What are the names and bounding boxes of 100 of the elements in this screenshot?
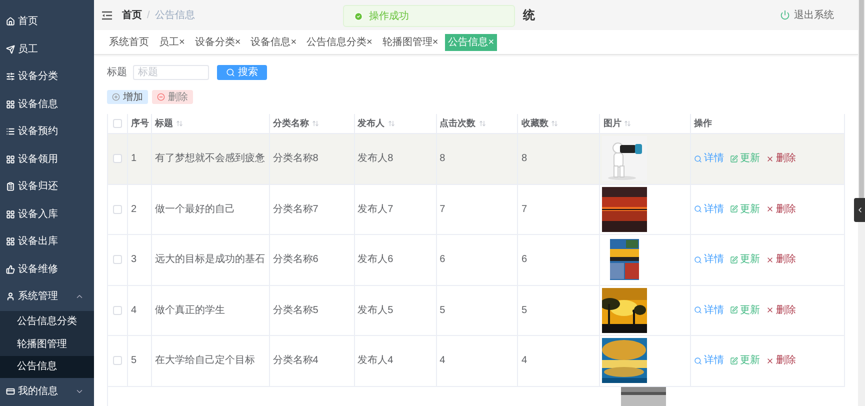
- search-field[interactable]: 标题: [133, 65, 209, 80]
- delete-link[interactable]: 删除: [766, 302, 796, 318]
- search-icon: [694, 356, 702, 365]
- select-all-checkbox[interactable]: [112, 119, 122, 128]
- table-cell-text: 6: [440, 253, 446, 268]
- delete-link[interactable]: 删除: [766, 353, 796, 368]
- sort-icon[interactable]: [551, 120, 558, 127]
- sidebar-subitem[interactable]: 轮播图管理: [0, 333, 94, 356]
- close-icon: [766, 205, 774, 214]
- user-icon: [6, 292, 15, 302]
- minus-circle-icon: [157, 93, 165, 101]
- table-cell-text: 8: [521, 152, 528, 166]
- search-icon: [694, 256, 702, 264]
- sidebar-item[interactable]: 系统管理: [0, 283, 94, 310]
- search-icon: [694, 205, 702, 214]
- table-cell-text: 发布人4: [358, 354, 394, 368]
- delete-link[interactable]: 删除: [766, 151, 796, 166]
- check-icon: [354, 12, 363, 20]
- column-header[interactable]: 图片: [603, 116, 632, 130]
- column-header: 序号: [130, 116, 149, 130]
- sidebar-item[interactable]: 我的信息: [0, 378, 94, 406]
- table-cell-text: 3: [130, 253, 137, 268]
- edit-icon: [730, 256, 738, 264]
- table-cell-text: 2: [130, 202, 137, 217]
- table-cell-text: 有了梦想就不会感到疲惫: [154, 152, 265, 166]
- logout-link[interactable]: 退出系统: [794, 8, 834, 22]
- close-icon: [766, 306, 774, 314]
- sidebar-item[interactable]: 设备领用: [0, 146, 94, 173]
- table-cell-text: 7: [521, 202, 528, 217]
- delete-link[interactable]: 删除: [766, 202, 796, 217]
- card-icon: [6, 387, 15, 396]
- row-checkbox[interactable]: [112, 204, 122, 214]
- edit-icon: [730, 306, 738, 314]
- field-label: 标题: [107, 66, 127, 80]
- search-icon: [694, 306, 702, 314]
- search-icon: [694, 154, 702, 163]
- clipboard-icon: [6, 182, 15, 192]
- sidebar-item[interactable]: 设备分类: [0, 63, 94, 90]
- grid-icon: [6, 210, 15, 219]
- table-cell-text: 发布人6: [358, 253, 394, 268]
- toast-message: 操作成功: [369, 10, 409, 24]
- sort-icon[interactable]: [478, 120, 486, 127]
- table-cell-text: 远大的目标是成功的基石: [154, 252, 265, 268]
- sidebar-item[interactable]: 员工: [0, 36, 94, 63]
- sidebar-item[interactable]: 设备出库: [0, 228, 94, 256]
- row-checkbox[interactable]: [112, 255, 122, 264]
- page-tab[interactable]: 员工×: [156, 34, 188, 50]
- table-cell-text: 分类名称6: [272, 252, 318, 268]
- close-icon: [766, 256, 774, 264]
- row-checkbox[interactable]: [112, 356, 122, 366]
- edit-icon: [730, 154, 738, 163]
- thumbs-up-icon: [6, 264, 15, 274]
- table-cell-text: 做一个最好的自己: [154, 202, 235, 217]
- breadcrumb-item[interactable]: 首页: [122, 8, 142, 22]
- grid-icon: [6, 237, 15, 246]
- table-cell-text: 分类名称5: [272, 304, 318, 318]
- sidebar-subitem[interactable]: 公告信息: [0, 356, 94, 378]
- sidebar-subitem[interactable]: 公告信息分类: [0, 310, 94, 333]
- paper-plane-icon: [6, 44, 15, 54]
- sort-icon[interactable]: [624, 120, 632, 127]
- sidebar-item[interactable]: 首页: [0, 8, 94, 36]
- column-header[interactable]: 点击次数: [440, 116, 486, 130]
- sort-icon[interactable]: [176, 120, 183, 127]
- table-cell-text: 在大学给自己定个目标: [154, 354, 255, 368]
- sidebar-item[interactable]: 设备信息: [0, 90, 94, 118]
- page-tab[interactable]: 轮播图管理×: [379, 34, 442, 50]
- power-icon[interactable]: [780, 10, 790, 20]
- table-cell-text: 5: [521, 304, 528, 318]
- drawer-handle[interactable]: [854, 198, 865, 222]
- column-header[interactable]: 标题: [154, 116, 183, 130]
- page-tab[interactable]: 设备分类×: [192, 34, 244, 50]
- sidebar-item[interactable]: 设备归还: [0, 173, 94, 200]
- search-icon: [226, 68, 235, 77]
- scrollbar[interactable]: [858, 0, 865, 406]
- table-cell-text: 分类名称8: [272, 152, 318, 166]
- page-tab[interactable]: 系统首页: [106, 34, 152, 50]
- list-icon: [6, 127, 15, 136]
- table-cell-text: 发布人5: [358, 304, 394, 318]
- edit-icon: [730, 205, 738, 214]
- column-header[interactable]: 分类名称: [272, 116, 319, 130]
- page-tab[interactable]: 设备信息×: [248, 34, 300, 50]
- sidebar-item[interactable]: 设备预约: [0, 118, 94, 146]
- column-header[interactable]: 收藏数: [521, 116, 558, 130]
- close-icon: [766, 154, 774, 163]
- sidebar-item[interactable]: 设备入库: [0, 200, 94, 228]
- sidebar-item[interactable]: 设备维修: [0, 256, 94, 283]
- delete-link[interactable]: 删除: [766, 252, 796, 268]
- sliders-icon: [6, 72, 15, 82]
- sort-icon[interactable]: [388, 120, 395, 127]
- column-header[interactable]: 发布人: [358, 116, 395, 130]
- row-checkbox[interactable]: [112, 154, 122, 164]
- table-cell-text: 分类名称7: [272, 202, 318, 217]
- row-checkbox[interactable]: [112, 306, 122, 315]
- grid-icon: [6, 154, 15, 164]
- menu-fold-icon[interactable]: [102, 10, 112, 20]
- table-cell-text: 7: [440, 202, 446, 217]
- sort-icon[interactable]: [312, 120, 319, 127]
- page-tab[interactable]: 公告信息分类×: [304, 34, 376, 50]
- table-cell-text: 5: [130, 354, 137, 368]
- add-button[interactable]: 增加: [107, 90, 148, 104]
